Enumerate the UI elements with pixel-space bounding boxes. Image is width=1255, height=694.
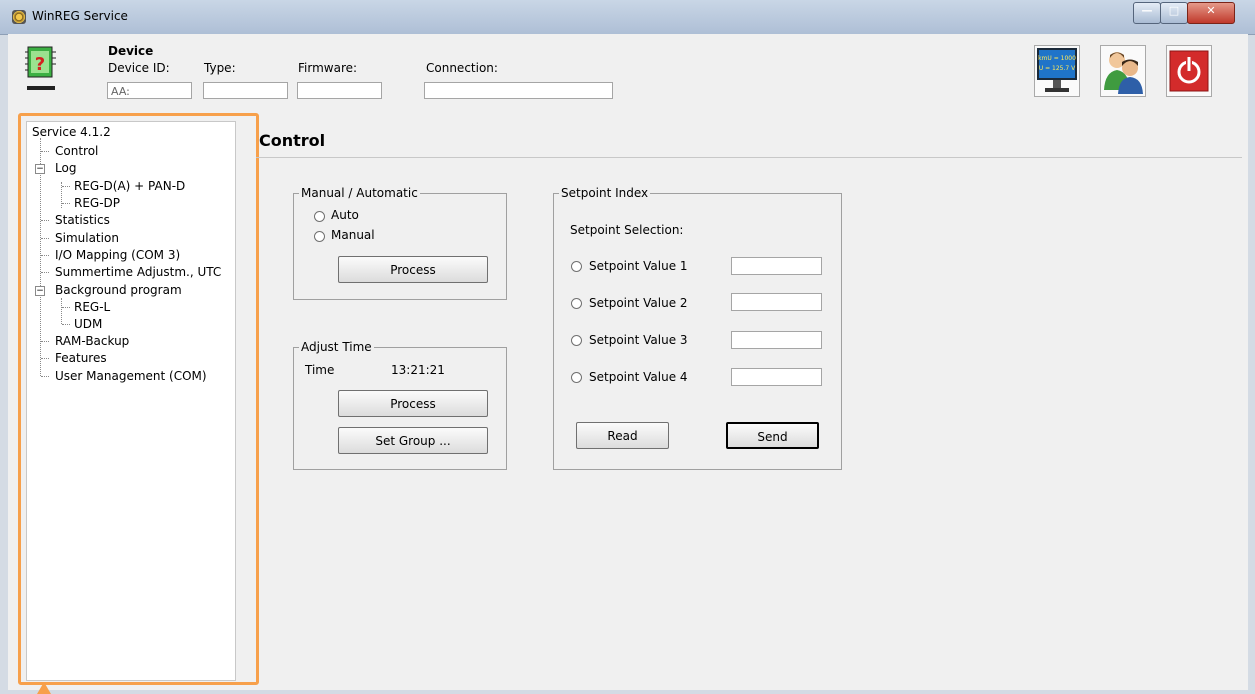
manual-automatic-group: Manual / Automatic Auto Manual Process <box>293 186 507 300</box>
app-icon <box>12 10 26 24</box>
read-button[interactable]: Read <box>576 422 669 449</box>
time-value: 13:21:21 <box>391 363 445 377</box>
manual-auto-process-button[interactable]: Process <box>338 256 488 283</box>
device-heading: Device <box>108 44 154 58</box>
setpoint-index-group: Setpoint Index Setpoint Selection: Setpo… <box>553 186 842 470</box>
page-title: Control <box>259 131 326 150</box>
divider <box>256 157 1242 158</box>
tree-highlight-frame <box>18 113 259 685</box>
setpoint-2-label: Setpoint Value 2 <box>589 296 688 310</box>
time-label: Time <box>305 363 335 377</box>
setpoint-1-label: Setpoint Value 1 <box>589 259 688 273</box>
close-icon: ✕ <box>1206 4 1216 17</box>
send-button[interactable]: Send <box>726 422 819 449</box>
title-bar <box>0 0 1255 35</box>
setpoint-1-radio[interactable] <box>571 261 582 272</box>
monitor-text-1: kmU = 1000 <box>1038 55 1076 62</box>
setpoint-3-radio[interactable] <box>571 335 582 346</box>
window-title: WinREG Service <box>32 9 128 23</box>
setpoint-3-input[interactable] <box>731 331 822 349</box>
firmware-field[interactable] <box>297 82 382 99</box>
minimize-button[interactable]: — <box>1133 2 1161 24</box>
type-field[interactable] <box>203 82 288 99</box>
setpoint-index-legend: Setpoint Index <box>559 186 651 200</box>
pointer-arrow-icon <box>37 682 51 694</box>
monitor-button[interactable]: kmU = 1000 U = 125.7 V <box>1034 45 1080 97</box>
manual-automatic-legend: Manual / Automatic <box>299 186 420 200</box>
auto-label: Auto <box>331 208 359 222</box>
close-button[interactable]: ✕ <box>1187 2 1235 24</box>
adjust-time-group: Adjust Time Time 13:21:21 Process Set Gr… <box>293 340 507 470</box>
setpoint-selection-label: Setpoint Selection: <box>570 223 684 237</box>
firmware-label: Firmware: <box>298 61 358 75</box>
set-group-button[interactable]: Set Group ... <box>338 427 488 454</box>
manual-radio[interactable] <box>314 231 325 242</box>
setpoint-4-label: Setpoint Value 4 <box>589 370 688 384</box>
users-button[interactable] <box>1100 45 1146 97</box>
setpoint-4-radio[interactable] <box>571 372 582 383</box>
adjust-time-legend: Adjust Time <box>299 340 374 354</box>
maximize-icon: □ <box>1168 4 1180 17</box>
adjust-time-process-button[interactable]: Process <box>338 390 488 417</box>
setpoint-1-input[interactable] <box>731 257 822 275</box>
setpoint-3-label: Setpoint Value 3 <box>589 333 688 347</box>
svg-text:?: ? <box>35 54 45 75</box>
minimize-icon: — <box>1141 4 1153 17</box>
device-id-label: Device ID: <box>108 61 170 75</box>
power-icon <box>1169 50 1209 92</box>
monitor-icon: kmU = 1000 U = 125.7 V <box>1037 48 1077 92</box>
power-button[interactable] <box>1166 45 1212 97</box>
device-id-field[interactable]: AA: <box>107 82 192 99</box>
setpoint-4-input[interactable] <box>731 368 822 386</box>
setpoint-2-input[interactable] <box>731 293 822 311</box>
auto-radio[interactable] <box>314 211 325 222</box>
setpoint-2-radio[interactable] <box>571 298 582 309</box>
manual-label: Manual <box>331 228 375 242</box>
connection-field[interactable] <box>424 82 613 99</box>
type-label: Type: <box>204 61 236 75</box>
monitor-text-2: U = 125.7 V <box>1039 65 1076 72</box>
maximize-button[interactable]: □ <box>1160 2 1188 24</box>
window-frame-left <box>0 104 8 694</box>
users-icon <box>1104 52 1143 94</box>
device-help-icon[interactable]: ? <box>25 44 57 94</box>
connection-label: Connection: <box>426 61 498 75</box>
